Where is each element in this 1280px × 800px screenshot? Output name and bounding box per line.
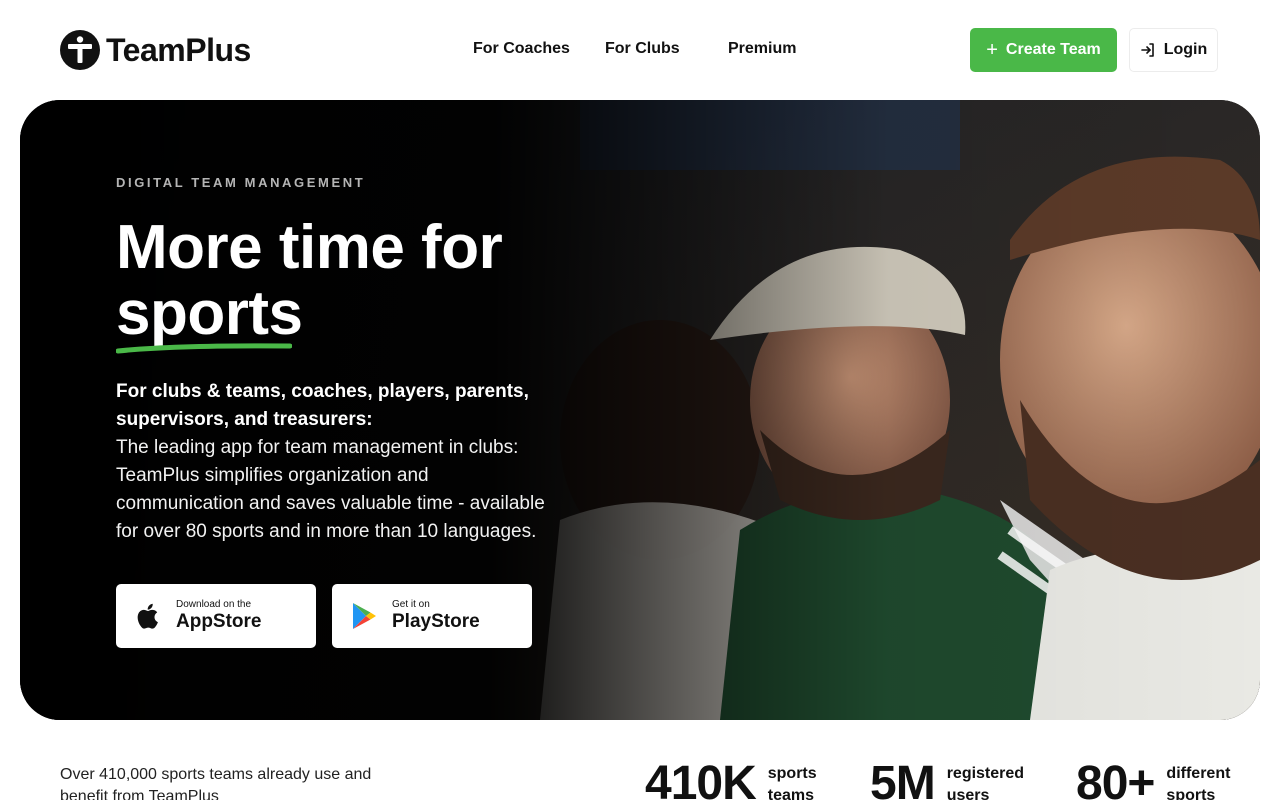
stat-teams-label: sports teams: [768, 763, 817, 800]
playstore-button[interactable]: Get it on PlayStore: [332, 584, 532, 648]
playstore-text: Get it on PlayStore: [392, 599, 480, 633]
stat-users-value: 5M: [870, 757, 936, 800]
create-team-button[interactable]: + Create Team: [970, 28, 1117, 72]
appstore-big: AppStore: [176, 611, 262, 632]
stat-users-label: registered users: [947, 763, 1024, 800]
stat-sports-label-1: different: [1166, 765, 1231, 782]
headline-accent-text: sports: [116, 279, 303, 348]
hero-body: The leading app for team management in c…: [116, 437, 545, 542]
stat-sports: 80+ different sports: [1076, 756, 1230, 800]
stat-sports-label: different sports: [1166, 763, 1230, 800]
stat-users-label-2: users: [946, 787, 990, 800]
brand-name: TeamPlus: [106, 31, 251, 68]
stat-teams: 410K sports teams: [645, 756, 817, 800]
headline-line1: More time for: [116, 213, 503, 282]
teamplus-logo-icon: [60, 30, 100, 70]
playstore-small: Get it on: [392, 599, 430, 610]
brush-underline: [116, 343, 292, 354]
hero-lead: For clubs & teams, coaches, players, par…: [116, 381, 529, 430]
stat-teams-label-1: sports: [767, 765, 817, 782]
create-team-label: Create Team: [1005, 41, 1101, 58]
hero-section: DIGITAL TEAM MANAGEMENT More time for sp…: [20, 100, 1260, 720]
nav-for-clubs[interactable]: For Clubs: [605, 40, 680, 58]
stat-sports-label-2: sports: [1166, 787, 1216, 800]
headline-accent: sports: [116, 279, 303, 354]
plus-icon: +: [986, 39, 998, 61]
login-label: Login: [1163, 41, 1208, 58]
google-play-icon: [353, 603, 376, 629]
stats-intro: Over 410,000 sports teams already use an…: [60, 766, 372, 800]
hero-headline: More time for sports: [116, 213, 503, 354]
stat-sports-value: 80+: [1076, 757, 1155, 800]
nav-premium[interactable]: Premium: [728, 40, 796, 58]
login-icon: [1140, 43, 1154, 57]
login-button[interactable]: Login: [1129, 28, 1218, 72]
appstore-button[interactable]: Download on the AppStore: [116, 584, 316, 648]
brand-logo[interactable]: TeamPlus: [60, 30, 251, 70]
site-header: TeamPlus For Coaches For Clubs Premium +…: [0, 0, 1280, 100]
nav-for-coaches[interactable]: For Coaches: [473, 40, 570, 58]
appstore-small: Download on the: [176, 599, 252, 610]
stat-teams-label-2: teams: [767, 787, 814, 800]
playstore-big: PlayStore: [392, 611, 480, 632]
stat-teams-value: 410K: [645, 757, 757, 800]
apple-icon: [137, 603, 158, 629]
stat-users: 5M registered users: [870, 756, 1024, 800]
appstore-text: Download on the AppStore: [176, 599, 262, 633]
hero-eyebrow: DIGITAL TEAM MANAGEMENT: [116, 175, 366, 190]
stat-users-label-1: registered: [946, 765, 1025, 782]
